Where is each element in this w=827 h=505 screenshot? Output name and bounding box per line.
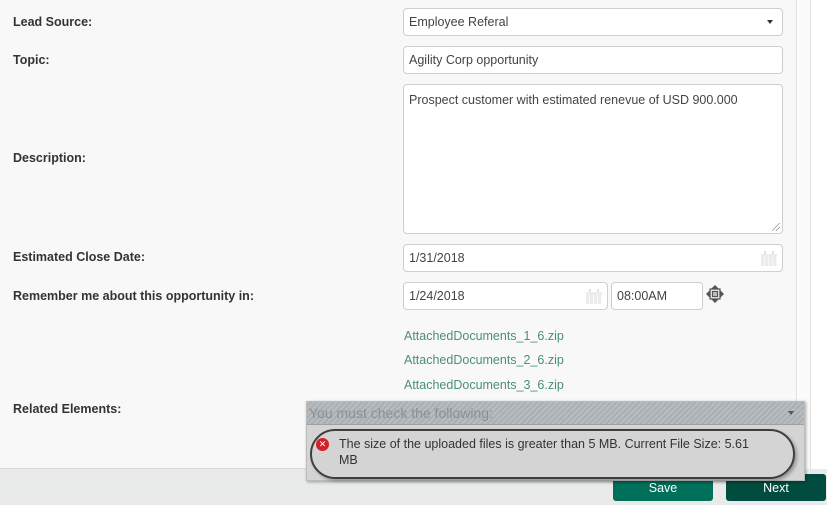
side-panel-edge — [811, 0, 827, 469]
form-panel: Lead Source: Employee Referal Topic: Agi… — [0, 0, 797, 469]
validation-popup: You must check the following: ✕ The size… — [306, 401, 805, 481]
description-value: Prospect customer with estimated renevue… — [409, 93, 738, 107]
reminder-label: Remember me about this opportunity in: — [13, 289, 254, 303]
resize-grip-icon[interactable] — [772, 223, 780, 231]
error-circle-icon: ✕ — [316, 438, 329, 451]
reminder-date-input[interactable]: 1/24/2018 — [403, 282, 608, 310]
description-label: Description: — [13, 151, 86, 165]
topic-input[interactable]: Agility Corp opportunity — [403, 46, 783, 74]
lead-source-value: Employee Referal — [409, 15, 509, 29]
topic-value: Agility Corp opportunity — [409, 53, 539, 67]
reminder-date-value: 1/24/2018 — [409, 289, 465, 303]
estimated-close-date-value: 1/31/2018 — [409, 251, 465, 265]
estimated-close-date-input[interactable]: 1/31/2018 — [403, 244, 783, 272]
time-spinner-icon[interactable] — [705, 284, 725, 304]
chevron-down-icon — [767, 20, 773, 24]
validation-header[interactable]: You must check the following: — [307, 402, 804, 425]
validation-message: The size of the uploaded files is greate… — [339, 437, 749, 467]
scroll-track — [797, 0, 811, 469]
lead-source-select[interactable]: Employee Referal — [403, 8, 783, 36]
topic-label: Topic: — [13, 53, 50, 67]
reminder-time-input[interactable]: 08:00AM — [611, 282, 703, 310]
attachment-link[interactable]: AttachedDocuments_1_6.zip — [404, 329, 564, 343]
description-textarea[interactable]: Prospect customer with estimated renevue… — [403, 84, 783, 234]
attachment-link[interactable]: AttachedDocuments_3_6.zip — [404, 378, 564, 392]
chevron-down-icon[interactable] — [788, 411, 794, 415]
calendar-icon[interactable] — [761, 250, 777, 266]
estimated-close-date-label: Estimated Close Date: — [13, 250, 145, 264]
lead-source-label: Lead Source: — [13, 15, 93, 29]
reminder-time-value: 08:00AM — [617, 289, 668, 303]
validation-title: You must check the following: — [309, 405, 493, 421]
attachment-link[interactable]: AttachedDocuments_2_6.zip — [404, 353, 564, 367]
related-elements-label: Related Elements: — [13, 402, 122, 416]
calendar-icon[interactable] — [586, 288, 602, 304]
